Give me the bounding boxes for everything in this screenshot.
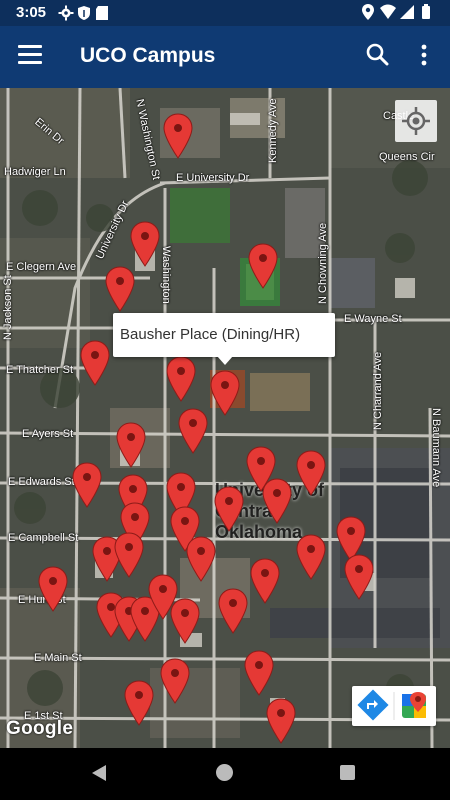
map-marker-icon[interactable] — [214, 486, 244, 532]
status-time: 3:05 — [16, 4, 47, 21]
map-marker-icon[interactable] — [296, 450, 326, 496]
street-label: Hadwiger Ln — [4, 166, 66, 178]
street-label: E University Dr — [176, 172, 250, 184]
more-vert-icon[interactable] — [412, 41, 436, 69]
street-label: E Ayers St — [22, 428, 74, 440]
street-label: E Wayne St — [344, 313, 402, 325]
map-marker-icon[interactable] — [170, 598, 200, 644]
map-marker-icon[interactable] — [218, 588, 248, 634]
gear-icon — [58, 5, 74, 21]
map-view[interactable]: Erin Dr N Washington St Kennedy Ave Cast… — [0, 88, 450, 748]
street-label: E Main St — [34, 652, 82, 664]
map-toolbar — [352, 686, 436, 726]
system-nav-bar — [0, 748, 450, 800]
map-marker-icon[interactable] — [244, 650, 274, 696]
map-marker-icon[interactable] — [114, 532, 144, 578]
home-icon[interactable] — [216, 764, 233, 781]
map-marker-icon[interactable] — [124, 680, 154, 726]
map-marker-icon[interactable] — [163, 113, 193, 159]
status-icons-left — [58, 5, 118, 24]
map-marker-icon[interactable] — [186, 536, 216, 582]
map-marker-icon[interactable] — [262, 478, 292, 524]
street-label: Washington — [160, 246, 172, 304]
map-marker-icon[interactable] — [160, 658, 190, 704]
map-marker-icon[interactable] — [105, 266, 135, 312]
street-label: N Baumann Ave — [430, 408, 442, 488]
map-marker-icon[interactable] — [72, 462, 102, 508]
my-location-icon[interactable] — [395, 100, 437, 142]
map-marker-icon[interactable] — [266, 698, 296, 744]
map-marker-icon[interactable] — [130, 221, 160, 267]
map-marker-icon[interactable] — [344, 554, 374, 600]
street-label: E Edwards St — [8, 476, 75, 488]
street-label: Kennedy Ave — [267, 98, 279, 163]
signal-icon — [400, 5, 414, 19]
map-marker-icon[interactable] — [116, 422, 146, 468]
app-title: UCO Campus — [80, 44, 216, 67]
back-icon[interactable] — [90, 764, 108, 787]
wifi-icon — [380, 4, 396, 19]
street-label: E Clegern Ave — [6, 261, 77, 273]
street-label: N Chowning Ave — [317, 222, 329, 304]
map-marker-icon[interactable] — [166, 356, 196, 402]
map-marker-icon[interactable] — [178, 408, 208, 454]
info-window-tail — [217, 356, 233, 365]
map-marker-icon[interactable] — [248, 243, 278, 289]
map-marker-icon[interactable] — [80, 340, 110, 386]
street-label: N Jackson St — [2, 275, 14, 340]
sd-card-icon — [96, 6, 108, 20]
info-window-title: Bausher Place (Dining/HR) — [120, 326, 301, 343]
status-bar: 3:05 — [0, 0, 450, 26]
recents-icon[interactable] — [340, 765, 355, 780]
marker-info-window[interactable]: Bausher Place (Dining/HR) — [113, 313, 335, 357]
battery-icon — [422, 4, 430, 19]
map-marker-icon[interactable] — [38, 566, 68, 612]
street-label: E Thatcher St — [6, 364, 74, 376]
street-label: E Campbell St — [8, 532, 79, 544]
status-icons-right — [362, 4, 438, 23]
google-maps-icon[interactable] — [402, 692, 426, 718]
app-bar: UCO Campus — [0, 26, 450, 88]
google-attribution: Google — [6, 718, 74, 739]
hamburger-icon[interactable] — [18, 45, 42, 65]
map-marker-icon[interactable] — [250, 558, 280, 604]
map-marker-icon[interactable] — [210, 370, 240, 416]
location-icon — [362, 4, 374, 20]
street-label: N Charrand Ave — [372, 351, 384, 430]
shield-icon — [78, 6, 90, 20]
search-icon[interactable] — [364, 41, 392, 69]
directions-icon[interactable] — [357, 689, 389, 721]
map-marker-icon[interactable] — [296, 534, 326, 580]
street-label: Queens Cir — [379, 151, 435, 163]
